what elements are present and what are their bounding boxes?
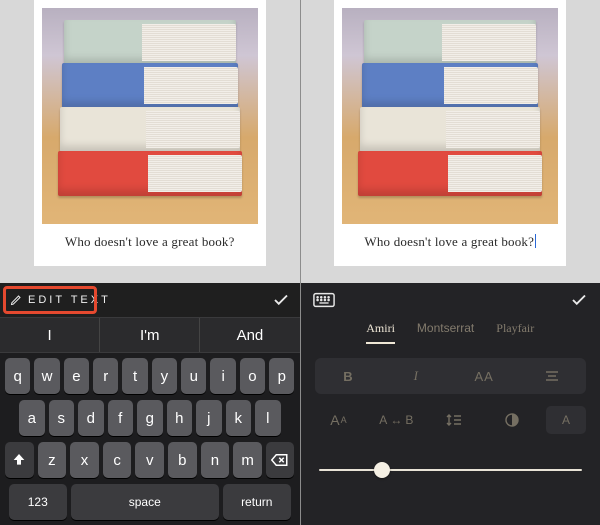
style-segments: B I AA xyxy=(315,358,587,394)
books-image xyxy=(42,8,258,224)
kb-row-2: a s d f g h j k l xyxy=(5,400,295,436)
key-v[interactable]: v xyxy=(135,442,164,478)
text-style-panel: Amiri Montserrat Playfair B I AA AA A↔B xyxy=(301,283,600,525)
leading-button[interactable] xyxy=(430,406,478,434)
keyboard-panel: EDIT TEXT I I'm And q w e r t y xyxy=(0,283,300,525)
caps-toggle[interactable]: AA xyxy=(450,358,518,394)
key-f[interactable]: f xyxy=(108,400,134,436)
key-shift[interactable] xyxy=(5,442,34,478)
highlight-button[interactable]: A xyxy=(546,406,586,434)
key-y[interactable]: y xyxy=(152,358,177,394)
key-k[interactable]: k xyxy=(226,400,252,436)
suggestion[interactable]: And xyxy=(200,318,299,352)
key-backspace[interactable] xyxy=(266,442,295,478)
contrast-icon xyxy=(505,413,519,427)
key-c[interactable]: c xyxy=(103,442,132,478)
key-a[interactable]: a xyxy=(19,400,45,436)
font-tab-playfair[interactable]: Playfair xyxy=(496,321,534,344)
confirm-button[interactable] xyxy=(272,291,290,309)
slider-track xyxy=(319,469,583,471)
suggestion[interactable]: I'm xyxy=(100,318,200,352)
italic-toggle[interactable]: I xyxy=(382,358,450,394)
kb-row-4: 123 space return xyxy=(5,484,295,520)
key-i[interactable]: i xyxy=(210,358,235,394)
edit-text-label: EDIT TEXT xyxy=(28,294,111,306)
bold-toggle[interactable]: B xyxy=(315,358,383,394)
shift-icon xyxy=(11,452,27,468)
key-m[interactable]: m xyxy=(233,442,262,478)
check-icon xyxy=(272,291,290,309)
key-z[interactable]: z xyxy=(38,442,67,478)
check-icon xyxy=(570,291,588,309)
story-frame: Who doesn't love a great book? xyxy=(334,0,566,266)
font-tab-amiri[interactable]: Amiri xyxy=(366,321,395,344)
key-w[interactable]: w xyxy=(34,358,59,394)
keyboard-icon xyxy=(313,292,335,308)
key-q[interactable]: q xyxy=(5,358,30,394)
key-o[interactable]: o xyxy=(240,358,265,394)
color-button[interactable] xyxy=(488,406,536,434)
key-d[interactable]: d xyxy=(78,400,104,436)
keyboard: q w e r t y u i o p a s d f g h xyxy=(0,353,300,525)
left-pane: Who doesn't love a great book? EDIT TEXT… xyxy=(0,0,300,525)
slider-thumb[interactable] xyxy=(374,462,390,478)
key-r[interactable]: r xyxy=(93,358,118,394)
right-pane: Who doesn't love a great book? xyxy=(301,0,600,525)
text-size-button[interactable]: AA xyxy=(315,406,363,434)
caption-text[interactable]: Who doesn't love a great book? xyxy=(364,234,536,250)
key-u[interactable]: u xyxy=(181,358,206,394)
key-numbers[interactable]: 123 xyxy=(9,484,67,520)
backspace-icon xyxy=(271,453,289,467)
key-n[interactable]: n xyxy=(201,442,230,478)
key-x[interactable]: x xyxy=(70,442,99,478)
font-tabs: Amiri Montserrat Playfair xyxy=(301,317,600,352)
caption-text[interactable]: Who doesn't love a great book? xyxy=(65,234,235,250)
text-tools: AA A↔B A xyxy=(315,406,587,434)
suggestion[interactable]: I xyxy=(0,318,100,352)
font-tab-montserrat[interactable]: Montserrat xyxy=(417,321,474,344)
key-return[interactable]: return xyxy=(223,484,291,520)
key-l[interactable]: l xyxy=(255,400,281,436)
align-toggle[interactable] xyxy=(518,358,586,394)
key-j[interactable]: j xyxy=(196,400,222,436)
tracking-button[interactable]: A↔B xyxy=(372,406,420,434)
kb-row-3: z x c v b n m xyxy=(5,442,295,478)
confirm-button[interactable] xyxy=(570,291,588,309)
suggestions-row: I I'm And xyxy=(0,317,300,353)
key-h[interactable]: h xyxy=(167,400,193,436)
key-e[interactable]: e xyxy=(64,358,89,394)
size-slider[interactable] xyxy=(319,458,583,482)
key-g[interactable]: g xyxy=(137,400,163,436)
leading-icon xyxy=(446,413,462,427)
pencil-icon xyxy=(10,294,22,306)
align-icon xyxy=(544,370,560,382)
key-b[interactable]: b xyxy=(168,442,197,478)
show-keyboard-button[interactable] xyxy=(313,292,335,308)
kb-row-1: q w e r t y u i o p xyxy=(5,358,295,394)
text-caret xyxy=(535,234,536,248)
right-canvas: Who doesn't love a great book? xyxy=(301,0,600,283)
left-canvas: Who doesn't love a great book? xyxy=(0,0,300,283)
story-frame: Who doesn't love a great book? xyxy=(34,0,266,266)
key-s[interactable]: s xyxy=(49,400,75,436)
key-space[interactable]: space xyxy=(71,484,219,520)
books-image xyxy=(342,8,558,224)
edit-text-button[interactable]: EDIT TEXT xyxy=(10,294,111,306)
key-p[interactable]: p xyxy=(269,358,294,394)
key-t[interactable]: t xyxy=(122,358,147,394)
